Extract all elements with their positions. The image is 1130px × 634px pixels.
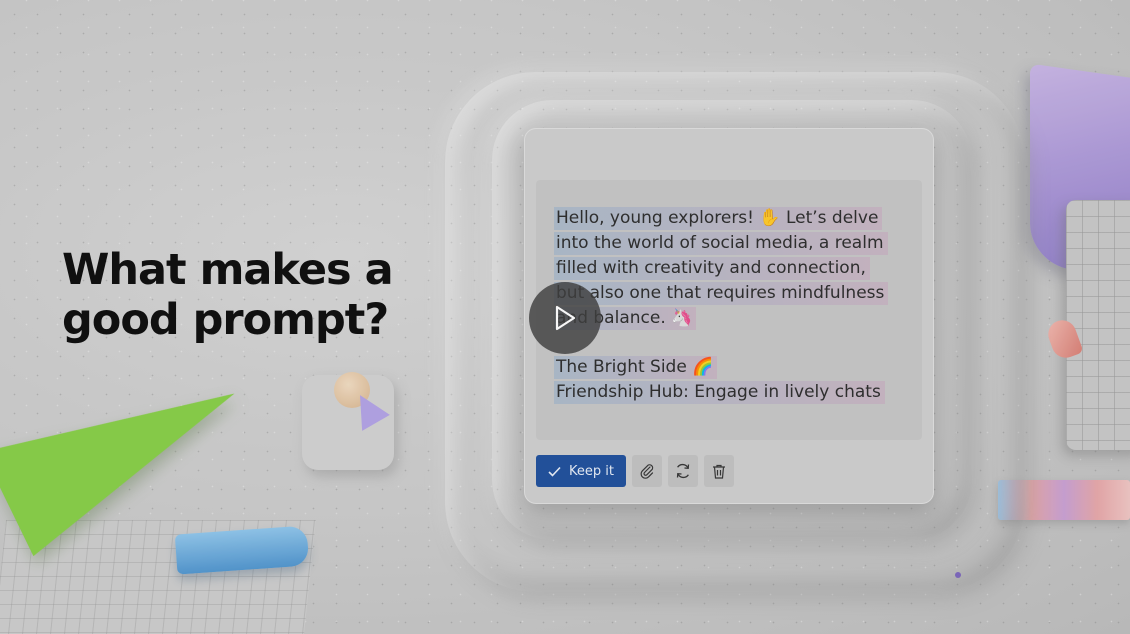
trash-icon	[712, 464, 725, 479]
title-line-2: good prompt?	[62, 295, 389, 345]
attach-button[interactable]	[631, 455, 662, 487]
text-line: into the world of social media, a realm	[554, 232, 888, 255]
response-toolbar: Keep it	[536, 455, 734, 487]
title-line-1: What makes a	[62, 245, 394, 295]
text-line: filled with creativity and connection,	[554, 257, 870, 280]
grid-ruler-prop	[1066, 200, 1130, 450]
generated-text: Hello, young explorers! ✋ Let’s delve in…	[554, 206, 914, 405]
play-video-button[interactable]	[529, 282, 601, 354]
text-line: but also one that requires mindfulness	[554, 282, 889, 305]
regenerate-button[interactable]	[667, 455, 698, 487]
text-line: Friendship Hub: Engage in lively chats	[554, 381, 885, 404]
keep-it-label: Keep it	[569, 463, 614, 479]
refresh-icon	[676, 463, 690, 479]
checkmark-icon	[548, 466, 561, 477]
keep-it-button[interactable]: Keep it	[536, 455, 626, 487]
page-title: What makes a good prompt?	[62, 245, 422, 345]
text-line: Hello, young explorers! ✋ Let’s delve	[554, 207, 883, 230]
play-icon	[555, 305, 576, 331]
paperclip-icon	[640, 464, 654, 479]
section-heading: The Bright Side 🌈	[554, 356, 718, 379]
delete-button[interactable]	[703, 455, 734, 487]
